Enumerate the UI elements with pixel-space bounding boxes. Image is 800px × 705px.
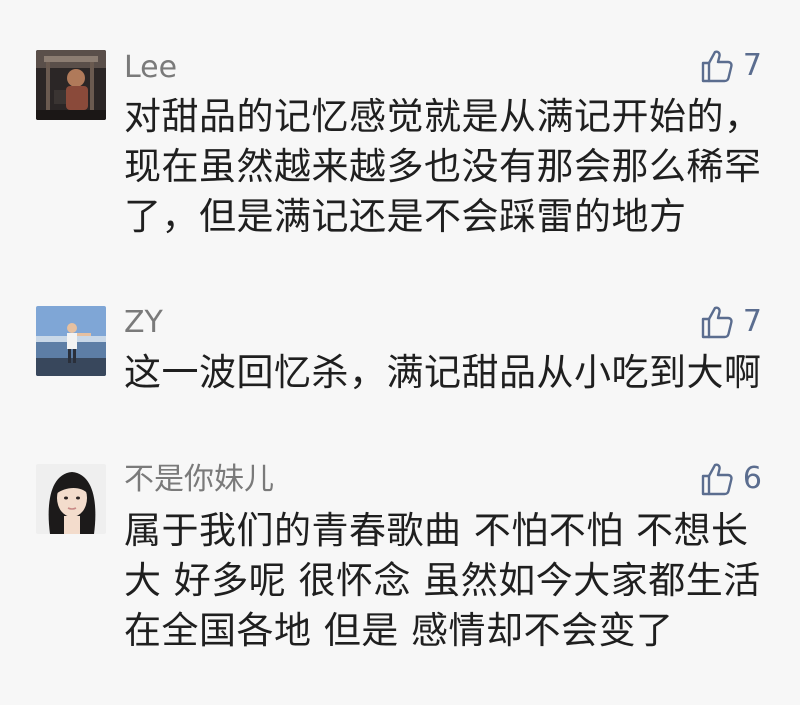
like-count: 7: [742, 304, 762, 339]
like-button[interactable]: 7: [699, 302, 762, 342]
like-count: 6: [742, 461, 762, 496]
like-button[interactable]: 6: [699, 459, 762, 499]
comment-text-line: 在全国各地 但是 感情却不会变了: [124, 609, 674, 652]
like-button[interactable]: 7: [699, 46, 762, 86]
comment-text: 对甜品的记忆感觉就是从满记开始的， 现在虽然越来越多也没有那会那么稀罕 了，但是…: [124, 92, 774, 242]
comment-text-line: 属于我们的青春歌曲 不怕不怕 不想长: [124, 509, 749, 552]
comment-text: 属于我们的青春歌曲 不怕不怕 不想长 大 好多呢 很怀念 虽然如今大家都生活 在…: [124, 506, 774, 656]
comment-text-line: 了，但是满记还是不会踩雷的地方: [124, 195, 687, 238]
username: 不是你妹儿: [124, 462, 274, 497]
avatar[interactable]: [36, 306, 106, 376]
comment-text-line: 这一波回忆杀，满记甜品从小吃到大啊: [124, 351, 762, 394]
comment-text: 这一波回忆杀，满记甜品从小吃到大啊: [124, 348, 774, 398]
comment-text-line: 现在虽然越来越多也没有那会那么稀罕: [124, 145, 762, 188]
username: Lee: [124, 50, 178, 85]
avatar[interactable]: [36, 50, 106, 120]
username: ZY: [124, 305, 163, 340]
comment-text-line: 对甜品的记忆感觉就是从满记开始的，: [124, 95, 762, 138]
avatar[interactable]: [36, 464, 106, 534]
thumbs-up-icon: [699, 461, 735, 497]
comment-text-line: 大 好多呢 很怀念 虽然如今大家都生活: [124, 559, 761, 602]
thumbs-up-icon: [699, 304, 735, 340]
like-count: 7: [742, 48, 762, 83]
thumbs-up-icon: [699, 48, 735, 84]
